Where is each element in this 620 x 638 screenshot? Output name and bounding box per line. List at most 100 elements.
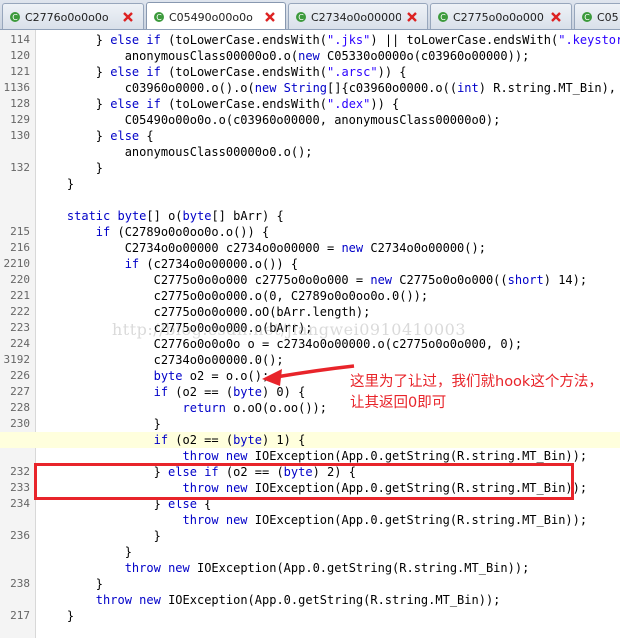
code-line[interactable]: 121 } else if (toLowerCase.endsWith(".ar… [0,64,620,80]
line-number: 234 [10,497,30,510]
code-line[interactable]: 129 C05490o00o0o.o(c03960o00000, anonymo… [0,112,620,128]
tab-C2734o0o00000[interactable]: C C2734o0o00000 [288,3,428,29]
code-line[interactable]: 216 C2734o0o00000 c2734o0o00000 = new C2… [0,240,620,256]
editor-tab-bar: C C2776o0o0o0o C C05490o00o0o C C2734o0o… [0,0,620,30]
code-text: if (C2789o0o0oo0o.o()) { [95,225,270,239]
code-text: } [38,177,75,191]
close-icon[interactable] [121,10,135,24]
annotation-arrow [262,364,355,386]
tab-label: C2775o0o0o000 [453,10,544,24]
tab-C05[interactable]: C C05 [574,3,620,29]
java-class-icon: C [153,11,165,23]
code-line[interactable]: } [0,176,620,192]
code-line[interactable]: 2210 if (c2734o0o00000.o()) { [0,256,620,272]
line-number: 230 [10,417,30,430]
svg-text:C: C [12,13,18,22]
code-text: anonymousClass00000o0.o(new C05330o0000o… [38,49,530,63]
java-class-icon: C [581,11,593,23]
line-number: 221 [10,289,30,302]
code-text: if (o2 == (byte) 1) { [153,433,306,447]
code-text: C2775o0o0o000 c2775o0o0o000 = new C2775o… [38,273,588,287]
code-line[interactable]: 128 } else if (toLowerCase.endsWith(".de… [0,96,620,112]
line-number: 232 [10,465,30,478]
code-text: } else if (toLowerCase.endsWith(".arsc")… [38,65,407,79]
line-number: 223 [10,321,30,334]
code-line[interactable]: static byte[] o(byte[] bArr) { [0,208,620,224]
code-line[interactable]: 114 } else if (toLowerCase.endsWith(".jk… [0,32,620,48]
code-line[interactable]: throw new IOException(App.0.getString(R.… [0,512,620,528]
code-line[interactable]: 215 if (C2789o0o0oo0o.o()) { [0,224,620,240]
line-number: 228 [10,401,30,414]
line-number: 132 [10,161,30,174]
line-number: 114 [10,33,30,46]
code-text: if (c2734o0o00000.o()) { [124,257,299,271]
code-line[interactable]: 220 C2775o0o0o000 c2775o0o0o000 = new C2… [0,272,620,288]
code-line[interactable] [0,192,620,208]
tab-label: C2776o0o0o0o [25,10,109,24]
code-line[interactable]: } [0,544,620,560]
tab-C05490o00o0o[interactable]: C C05490o00o0o [146,2,286,29]
close-icon[interactable] [263,10,277,24]
code-line[interactable]: 221 c2775o0o0o000.o(0, C2789o0o0oo0o.0()… [0,288,620,304]
code-line[interactable]: 1136 c03960o0000.o().o(new String[]{c039… [0,80,620,96]
java-class-icon: C [9,11,21,23]
close-icon[interactable] [405,10,419,24]
svg-text:C: C [440,13,446,22]
code-line[interactable]: 217 } [0,608,620,624]
code-text: } [38,577,104,591]
line-number: 130 [10,129,30,142]
code-text: throw new IOException(App.0.getString(R.… [95,593,501,607]
code-text: } [38,417,161,431]
tab-C2775o0o0o000[interactable]: C C2775o0o0o000 [430,3,572,29]
code-text: } [38,161,104,175]
code-line[interactable]: 230 } [0,416,620,432]
tab-label: C05490o00o0o [169,10,253,24]
code-text: throw new IOException(App.0.getString(R.… [124,561,530,575]
highlight-box [34,463,574,500]
code-text: return o.oO(o.oo()); [182,401,328,415]
tab-label: C05 [597,10,619,24]
code-line[interactable]: 236 } [0,528,620,544]
close-icon[interactable] [549,10,563,24]
line-number: 128 [10,97,30,110]
line-number: 238 [10,577,30,590]
line-number: 216 [10,241,30,254]
line-number: 129 [10,113,30,126]
code-text: c2775o0o0o000.o(0, C2789o0o0oo0o.0()); [38,289,429,303]
svg-text:C: C [584,13,590,22]
code-text: throw new IOException(App.0.getString(R.… [182,449,588,463]
line-number: 1136 [3,81,31,94]
watermark: http://blog.csdn.net/jiangwei0910410003 [112,320,467,339]
svg-text:C: C [156,13,162,22]
code-text: static byte[] o(byte[] bArr) { [66,209,284,223]
code-line[interactable]: throw new IOException(App.0.getString(R.… [0,560,620,576]
code-line[interactable]: if (o2 == (byte) 1) { [0,432,620,448]
line-number: 236 [10,529,30,542]
code-line[interactable]: 130 } else { [0,128,620,144]
line-number: 233 [10,481,30,494]
code-text: c2775o0o0o000.oO(bArr.length); [38,305,371,319]
line-number: 224 [10,337,30,350]
line-number: 120 [10,49,30,62]
code-text: } else if (toLowerCase.endsWith(".jks") … [38,33,620,47]
code-text: } else if (toLowerCase.endsWith(".dex"))… [38,97,400,111]
code-line[interactable]: throw new IOException(App.0.getString(R.… [0,592,620,608]
code-text: } else { [38,129,154,143]
java-class-icon: C [295,11,307,23]
tab-C2776o0o0o0o[interactable]: C C2776o0o0o0o [2,3,144,29]
code-line[interactable]: 222 c2775o0o0o000.oO(bArr.length); [0,304,620,320]
code-line[interactable]: 132 } [0,160,620,176]
code-line[interactable]: 238 } [0,576,620,592]
code-line[interactable]: 120 anonymousClass00000o0.o(new C05330o0… [0,48,620,64]
code-text: byte o2 = o.o(); [153,369,270,383]
code-text: } [38,545,132,559]
code-text: } [38,529,161,543]
svg-text:C: C [298,13,304,22]
code-line[interactable]: anonymousClass00000o0.o(); [0,144,620,160]
code-text: c03960o0000.o().o(new String[]{c03960o00… [38,81,620,95]
line-number: 2210 [3,257,31,270]
code-text: C2734o0o00000 c2734o0o00000 = new C2734o… [38,241,486,255]
code-line[interactable]: throw new IOException(App.0.getString(R.… [0,448,620,464]
line-number: 121 [10,65,30,78]
line-number: 215 [10,225,30,238]
